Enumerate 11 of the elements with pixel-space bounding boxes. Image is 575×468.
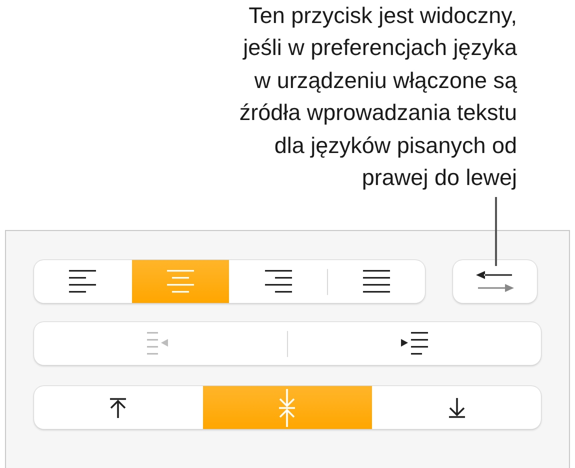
callout-text: Ten przycisk jest widoczny, jeśli w preferencjach języka w urządzeniu włączone są źródła wprowadzania tekstu dla języków pisanych od prawej do lewej xyxy=(239,2,517,192)
text-direction-icon xyxy=(476,270,514,292)
align-right-icon xyxy=(265,270,292,293)
align-left-icon xyxy=(69,270,96,293)
vertical-alignment-button[interactable] xyxy=(203,386,372,429)
align-top-icon xyxy=(109,398,128,418)
align-bottom-icon xyxy=(448,398,466,418)
justify-icon xyxy=(363,270,390,293)
align-middle-icon xyxy=(278,388,296,426)
leader-line xyxy=(495,197,497,266)
align-center-icon xyxy=(167,270,194,293)
